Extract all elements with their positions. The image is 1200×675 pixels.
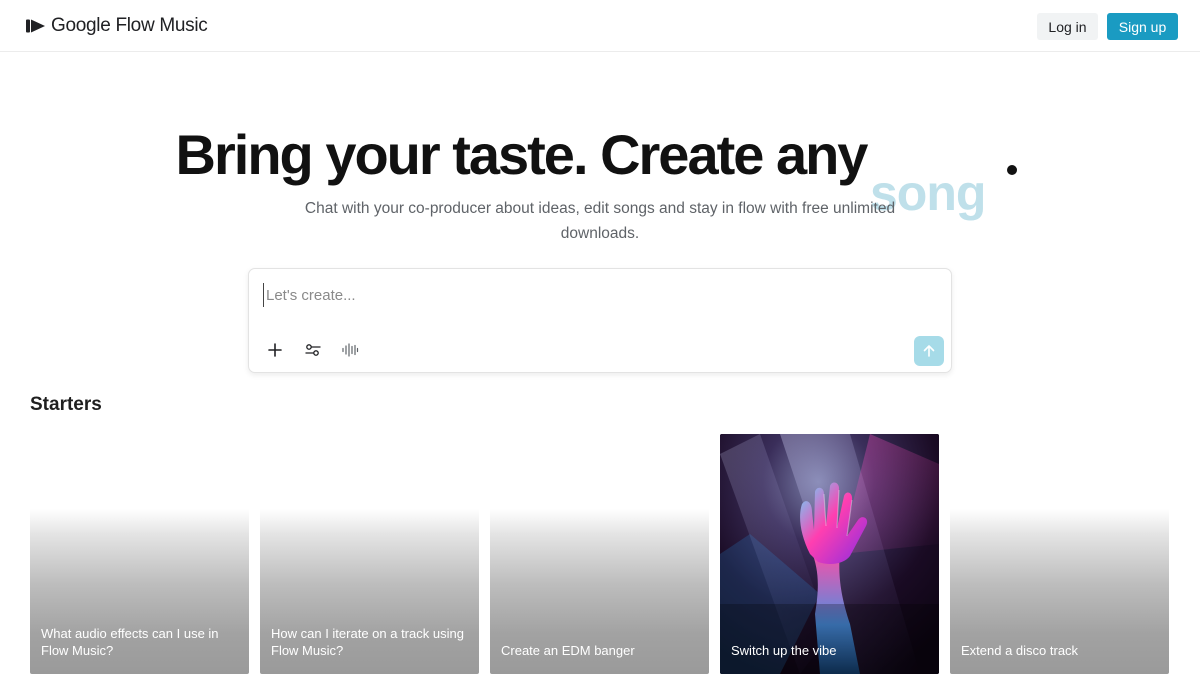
- starter-card[interactable]: Extend a disco track: [950, 434, 1169, 674]
- prompt-box: [248, 268, 952, 373]
- waveform-icon: [342, 343, 359, 357]
- arrow-up-icon: [923, 345, 935, 357]
- signup-button[interactable]: Sign up: [1107, 13, 1178, 40]
- starter-card[interactable]: What audio effects can I use in Flow Mus…: [30, 434, 249, 674]
- neon-hand-image: [720, 434, 939, 674]
- starter-card[interactable]: Switch up the vibe: [720, 434, 939, 674]
- flow-logo-icon: [26, 19, 45, 33]
- app-name: Google Flow Music: [51, 15, 208, 36]
- starter-card[interactable]: Create an EDM banger: [490, 434, 709, 674]
- starter-card[interactable]: How can I iterate on a track using Flow …: [260, 434, 479, 674]
- login-button[interactable]: Log in: [1037, 13, 1098, 40]
- add-button[interactable]: [264, 339, 286, 361]
- voice-button[interactable]: [339, 339, 361, 361]
- sliders-icon: [305, 344, 321, 356]
- hero-period-dot: [1007, 165, 1017, 175]
- starter-card-label: Extend a disco track: [961, 643, 1079, 658]
- hero-subtitle: Chat with your co-producer about ideas, …: [304, 200, 896, 242]
- settings-button[interactable]: [302, 339, 324, 361]
- starter-card-label: How can I iterate on a track using Flow …: [271, 626, 464, 658]
- starters-heading: Starters: [30, 394, 102, 415]
- prompt-input[interactable]: [263, 283, 923, 307]
- send-button[interactable]: [914, 336, 944, 366]
- plus-icon: [268, 343, 282, 357]
- starter-card-label: Create an EDM banger: [501, 643, 635, 658]
- app-logo[interactable]: Google Flow Music: [26, 14, 208, 38]
- top-bar: Google Flow Music Log in Sign up: [0, 0, 1200, 52]
- starter-card-label: Switch up the vibe: [731, 643, 837, 658]
- starter-card-label: What audio effects can I use in Flow Mus…: [41, 626, 219, 658]
